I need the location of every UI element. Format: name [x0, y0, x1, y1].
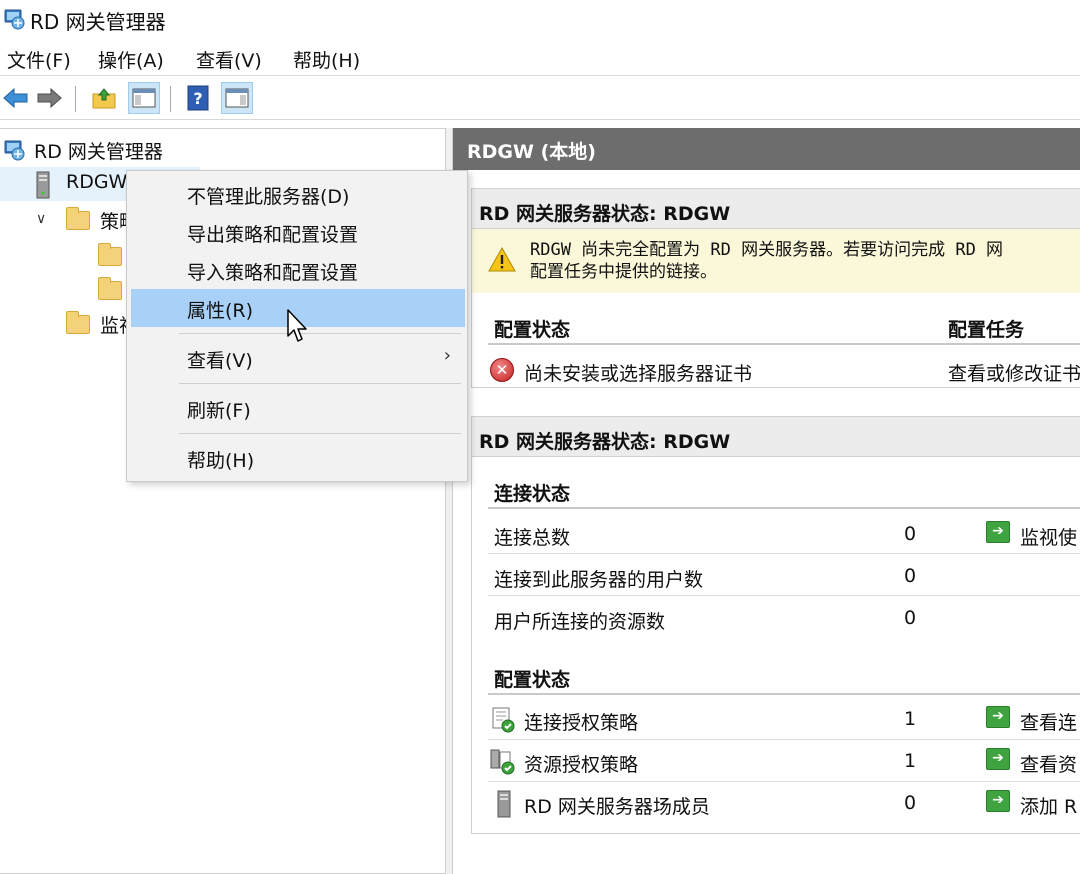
menu-item-view[interactable]: 查看(V) › — [131, 339, 465, 377]
menu-item-stop-managing[interactable]: 不管理此服务器(D) — [131, 175, 465, 213]
view-rap-link[interactable]: 查看资 — [1020, 750, 1080, 777]
rap-policy-label: 资源授权策略 — [524, 754, 639, 776]
menu-item-export-policies[interactable]: 导出策略和配置设置 — [131, 213, 465, 251]
rd-gateway-manager-icon — [4, 140, 25, 161]
folder-icon[interactable] — [98, 243, 122, 266]
up-folder-icon — [92, 88, 116, 109]
resources-connected-label: 用户所连接的资源数 — [494, 611, 666, 633]
show-hide-console-tree-button[interactable] — [128, 82, 160, 114]
menu-view[interactable]: 查看(V) — [196, 46, 262, 73]
divider — [488, 595, 1080, 596]
back-arrow-icon — [3, 87, 28, 109]
server-icon — [497, 790, 511, 818]
farm-members-label: RD 网关服务器场成员 — [524, 796, 710, 818]
connection-status-heading: 连接状态 — [494, 483, 571, 505]
back-button[interactable] — [0, 82, 32, 114]
menu-file[interactable]: 文件(F) — [7, 46, 71, 73]
folder-icon[interactable] — [98, 277, 122, 300]
panel-title: RD 网关服务器状态: RDGW — [472, 189, 1080, 229]
title-bar: RD 网关管理器 — [0, 0, 1080, 38]
server-icon — [36, 171, 50, 199]
config-status-heading: 配置状态 — [494, 319, 571, 341]
divider — [488, 781, 1080, 782]
folder-icon — [66, 311, 90, 334]
resources-connected-value: 0 — [904, 607, 917, 629]
results-header: RDGW (本地) — [453, 128, 1080, 170]
cert-status-text: 尚未安装或选择服务器证书 — [524, 363, 753, 385]
forward-button[interactable] — [33, 82, 65, 114]
server-status-panel-1: RD 网关服务器状态: RDGW RDGW 尚未完全配置为 RD 网关服务器。若… — [471, 188, 1080, 388]
menu-action[interactable]: 操作(A) — [98, 46, 164, 73]
connection-policy-icon — [492, 707, 515, 733]
go-arrow-icon[interactable]: ➔ — [986, 748, 1010, 770]
warning-text-line1: RDGW 尚未完全配置为 RD 网关服务器。若要访问完成 RD 网 — [530, 240, 1004, 260]
warning-banner: RDGW 尚未完全配置为 RD 网关服务器。若要访问完成 RD 网 配置任务中提… — [472, 229, 1080, 293]
divider — [488, 739, 1080, 740]
up-one-level-button[interactable] — [88, 82, 120, 114]
cap-policy-label: 连接授权策略 — [524, 712, 639, 734]
rd-gateway-manager-icon — [4, 9, 25, 30]
resource-policy-icon — [490, 749, 515, 775]
total-connections-label: 连接总数 — [494, 527, 571, 549]
warning-icon — [488, 247, 516, 272]
help-icon: ? — [187, 85, 209, 111]
panel-title: RD 网关服务器状态: RDGW — [472, 417, 1080, 457]
go-arrow-icon[interactable]: ➔ — [986, 521, 1010, 543]
folder-icon — [66, 207, 90, 230]
menu-bar: 文件(F) 操作(A) 查看(V) 帮助(H) — [0, 40, 1080, 76]
add-farm-member-link[interactable]: 添加 R — [1020, 792, 1080, 819]
menu-help[interactable]: 帮助(H) — [293, 46, 360, 73]
menu-separator — [179, 333, 461, 334]
go-arrow-icon[interactable]: ➔ — [986, 706, 1010, 728]
tree-policies-label[interactable]: 策略 — [100, 207, 126, 234]
view-modify-cert-link[interactable]: 查看或修改证书 — [948, 359, 1080, 386]
chevron-right-icon: › — [443, 345, 451, 366]
forward-arrow-icon — [37, 87, 62, 109]
users-connected-value: 0 — [904, 565, 917, 587]
help-button[interactable]: ? — [182, 82, 214, 114]
divider — [488, 693, 1080, 695]
menu-item-help[interactable]: 帮助(H) — [131, 439, 465, 477]
divider — [488, 343, 1080, 345]
menu-separator — [179, 433, 461, 434]
config-status-heading: 配置状态 — [494, 669, 571, 691]
tree-root-label[interactable]: RD 网关管理器 — [34, 137, 163, 164]
rap-policy-value: 1 — [904, 750, 917, 772]
toolbar-separator — [170, 86, 171, 112]
server-status-panel-2: RD 网关服务器状态: RDGW 连接状态 连接总数 0 ➔ 监视使 连接到此服… — [471, 416, 1080, 834]
toolbar-separator — [75, 86, 76, 112]
divider — [488, 553, 1080, 554]
toolbar: ? — [0, 78, 1080, 120]
results-pane: RDGW (本地) RD 网关服务器状态: RDGW RDGW 尚未完全配置为 … — [453, 128, 1080, 874]
config-tasks-heading: 配置任务 — [948, 319, 1025, 341]
window-title: RD 网关管理器 — [30, 10, 166, 34]
chevron-down-icon[interactable]: ∨ — [36, 211, 46, 227]
mouse-cursor-icon — [287, 309, 307, 342]
monitor-link[interactable]: 监视使 — [1020, 523, 1080, 550]
tree-server-label: RDGW — [66, 171, 128, 193]
total-connections-value: 0 — [904, 523, 917, 545]
menu-item-import-policies[interactable]: 导入策略和配置设置 — [131, 251, 465, 289]
menu-item-view-label: 查看(V) — [187, 350, 253, 372]
view-cap-link[interactable]: 查看连 — [1020, 708, 1080, 735]
cap-policy-value: 1 — [904, 708, 917, 730]
menu-separator — [179, 383, 461, 384]
go-arrow-icon[interactable]: ➔ — [986, 790, 1010, 812]
svg-text:?: ? — [193, 89, 202, 108]
users-connected-label: 连接到此服务器的用户数 — [494, 569, 704, 591]
tree-monitor-label[interactable]: 监视 — [100, 311, 126, 338]
show-hide-action-pane-button[interactable] — [221, 82, 253, 114]
warning-text-line2: 配置任务中提供的链接。 — [530, 262, 717, 282]
error-icon: ✕ — [490, 358, 514, 382]
farm-members-value: 0 — [904, 792, 917, 814]
menu-item-refresh[interactable]: 刷新(F) — [131, 389, 465, 427]
show-hide-console-tree-icon — [132, 88, 156, 108]
divider — [488, 507, 1080, 509]
action-pane-icon — [225, 88, 249, 108]
